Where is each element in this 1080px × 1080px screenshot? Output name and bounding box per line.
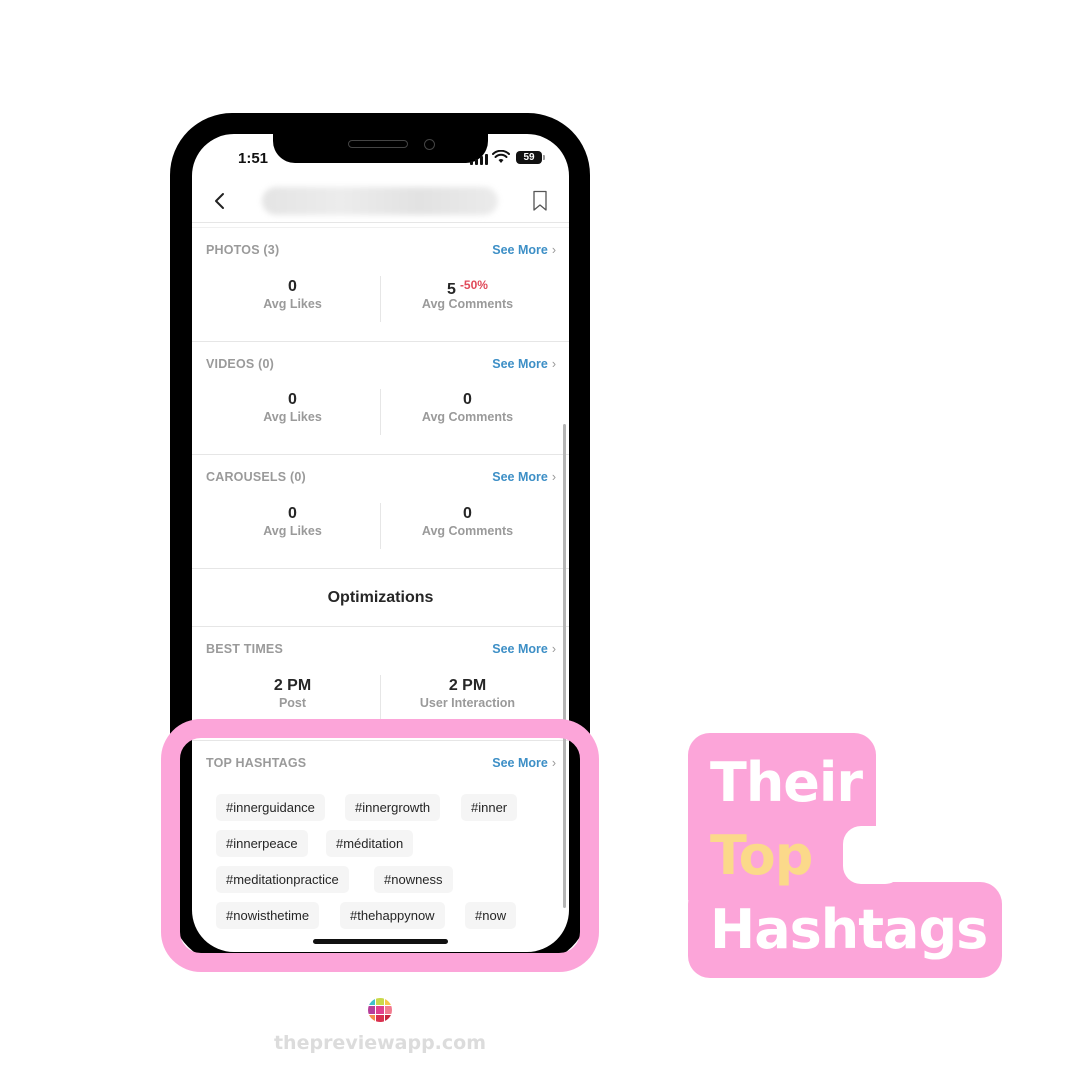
optimizations-heading: Optimizations [327, 589, 434, 606]
section-title-best-times: BEST TIMES [206, 642, 284, 656]
section-title-top-hashtags: TOP HASHTAGS [206, 756, 307, 770]
see-more-photos[interactable]: See More › [470, 243, 556, 257]
nav-divider-2 [192, 227, 569, 228]
hashtag-chip[interactable]: #nowisthetime [216, 902, 320, 929]
front-camera [424, 139, 435, 150]
best-time-post-value: 2 PM [273, 677, 312, 694]
best-time-interaction-value: 2 PM [448, 677, 487, 694]
carousels-avg-comments-label: Avg Comments [421, 524, 514, 538]
battery-indicator: 59 [516, 151, 545, 164]
carousels-avg-comments-value: 0 [463, 505, 472, 522]
section-divider [192, 454, 569, 455]
best-time-post-label: Post [278, 696, 307, 710]
photos-avg-comments-label: Avg Comments [421, 297, 514, 311]
blurred-account-name [262, 187, 498, 215]
videos-avg-comments-label: Avg Comments [421, 410, 514, 424]
hashtag-chip[interactable]: #innerguidance [216, 794, 325, 821]
label-notch [843, 826, 903, 884]
chevron-right-icon: › [551, 470, 556, 484]
photos-comments-delta: -50% [459, 278, 488, 292]
hashtag-chip[interactable]: #thehappynow [340, 902, 445, 929]
nav-divider [192, 222, 569, 223]
label-line-1: Their [710, 751, 863, 814]
status-time: 1:51 [238, 150, 269, 167]
home-indicator[interactable] [313, 939, 448, 944]
videos-avg-comments-value: 0 [463, 391, 472, 408]
photos-avg-likes-value: 0 [288, 278, 297, 295]
hashtag-chip[interactable]: #innerpeace [216, 830, 308, 857]
videos-avg-likes-label: Avg Likes [263, 410, 322, 424]
back-button[interactable] [210, 188, 230, 214]
carousels-avg-likes-value: 0 [288, 505, 297, 522]
chevron-right-icon: › [551, 756, 556, 770]
section-title-videos: VIDEOS (0) [206, 357, 274, 371]
photos-avg-comments-value: 5 [447, 281, 456, 298]
carousels-avg-likes-label: Avg Likes [263, 524, 322, 538]
see-more-label: See More [492, 243, 548, 257]
photos-avg-likes-label: Avg Likes [263, 297, 322, 311]
hashtag-chip[interactable]: #meditationpractice [216, 866, 349, 893]
hashtag-chip[interactable]: #now [465, 902, 517, 929]
speaker-grille [348, 140, 408, 148]
section-divider [192, 626, 569, 627]
wifi-icon [492, 150, 510, 163]
brand-logo-icon [368, 998, 392, 1022]
see-more-label: See More [492, 470, 548, 484]
label-line-3: Hashtags [710, 898, 988, 961]
chevron-right-icon: › [551, 243, 556, 257]
section-title-photos: PHOTOS (3) [206, 243, 280, 257]
cellular-signal-icon [470, 153, 488, 165]
section-title-carousels: CAROUSELS (0) [206, 470, 306, 484]
label-line-2: Top [710, 824, 813, 887]
section-divider [192, 341, 569, 342]
hashtag-chip[interactable]: #inner [461, 794, 518, 821]
photos-avg-comments: 5 -50% [380, 278, 555, 299]
see-more-label: See More [492, 642, 548, 656]
best-time-interaction-label: User Interaction [419, 696, 516, 710]
chevron-right-icon: › [551, 357, 556, 371]
see-more-label: See More [492, 357, 548, 371]
section-divider [192, 568, 569, 569]
hashtag-chip[interactable]: #méditation [326, 830, 414, 857]
brand-url: thepreviewapp.com [273, 1032, 487, 1054]
see-more-carousels[interactable]: See More › [470, 470, 556, 484]
section-divider [192, 740, 569, 741]
see-more-best-times[interactable]: See More › [470, 642, 556, 656]
see-more-videos[interactable]: See More › [470, 357, 556, 371]
hashtag-chip[interactable]: #innergrowth [345, 794, 441, 821]
scrollbar[interactable] [563, 424, 566, 908]
see-more-hashtags[interactable]: See More › [470, 756, 556, 770]
see-more-label: See More [492, 756, 548, 770]
bookmark-icon[interactable] [532, 190, 548, 212]
videos-avg-likes-value: 0 [288, 391, 297, 408]
chevron-right-icon: › [551, 642, 556, 656]
hashtag-chip[interactable]: #nowness [374, 866, 453, 893]
